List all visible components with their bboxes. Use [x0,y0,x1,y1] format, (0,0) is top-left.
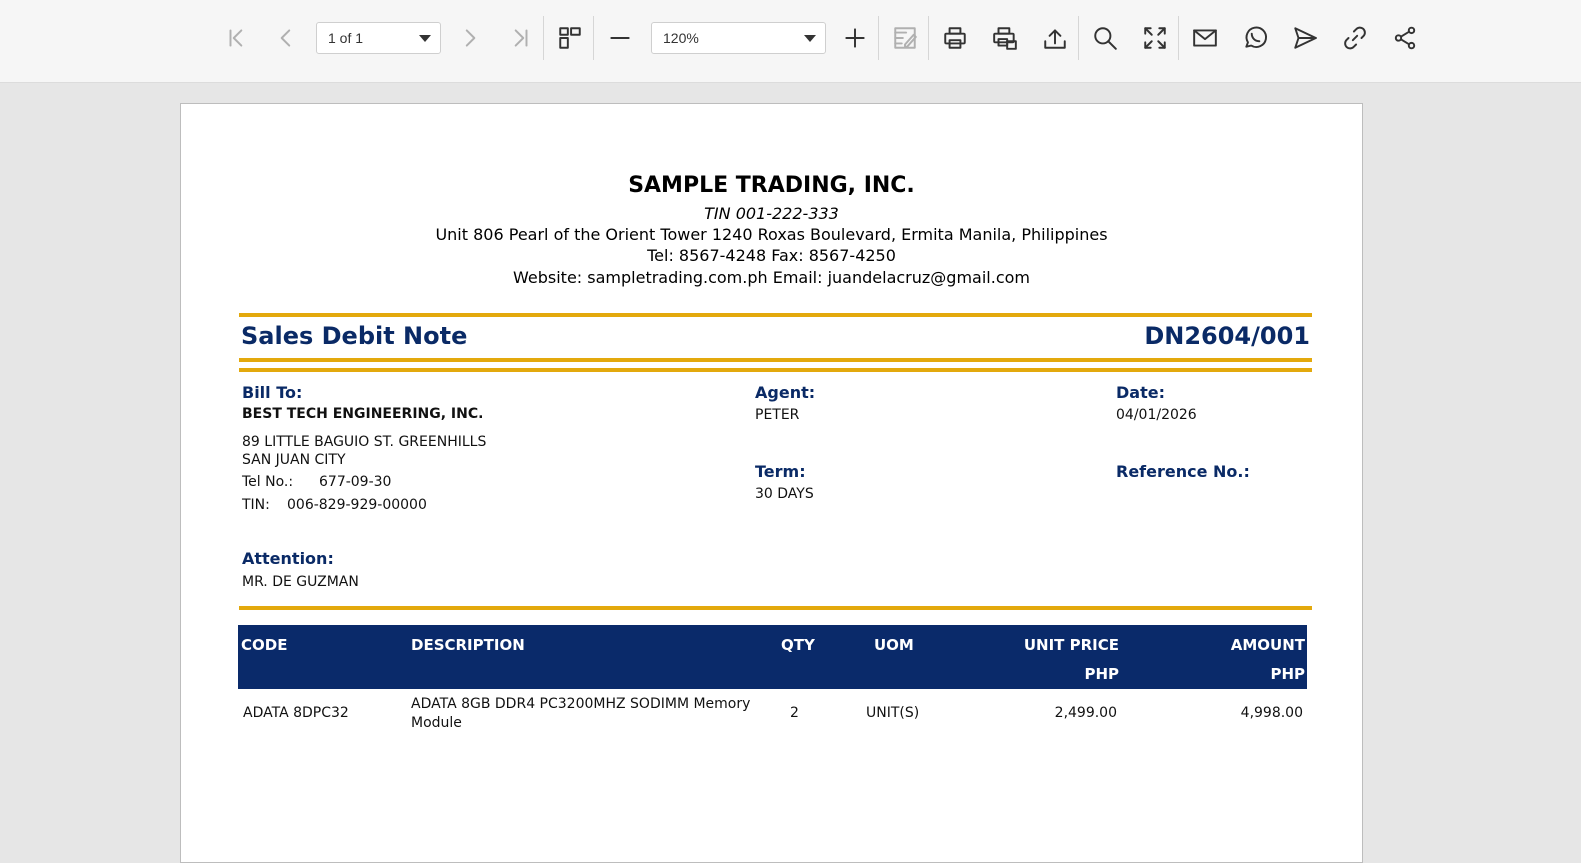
thumbnails-button[interactable] [551,19,589,57]
edit-form-icon [894,27,917,49]
toolbar-separator [878,16,879,60]
customer-address-line2: SAN JUAN CITY [242,452,346,468]
gold-divider [239,606,1312,610]
customer-name: BEST TECH ENGINEERING, INC. [242,406,484,422]
print-settings-button[interactable] [986,19,1024,57]
whatsapp-button[interactable] [1236,19,1274,57]
sales-debit-note: SAMPLE TRADING, INC. TIN 001-222-333 Uni… [181,104,1362,862]
col-header-code: CODE [241,636,288,654]
tin-value: 006-829-929-00000 [287,497,427,513]
col-header-qty: QTY [781,636,815,654]
document-page: SAMPLE TRADING, INC. TIN 001-222-333 Uni… [180,103,1363,863]
send-button[interactable] [1286,19,1324,57]
toolbar-separator [593,16,594,60]
zoom-out-button[interactable] [601,19,639,57]
tel-value: 677-09-30 [319,474,392,490]
agent-label: Agent: [755,383,816,402]
date-value: 04/01/2026 [1116,407,1197,423]
date-label: Date: [1116,383,1165,402]
search-button[interactable] [1086,19,1124,57]
thumbnails-icon [559,27,581,49]
tel-label: Tel No.: [242,474,294,490]
print-button[interactable] [936,19,974,57]
row-unit-price: 2,499.00 [1054,705,1117,721]
link-icon [1344,26,1366,50]
search-icon [1094,27,1117,50]
bill-to-label: Bill To: [242,383,303,402]
col-header-description: DESCRIPTION [411,636,525,654]
plus-icon [845,28,865,48]
tin-label: TIN: [242,497,270,513]
chevron-left-icon [280,29,291,47]
reference-no-label: Reference No.: [1116,462,1250,481]
row-code: ADATA 8DPC32 [243,705,349,721]
minus-icon [610,37,630,39]
term-label: Term: [755,462,806,481]
agent-value: PETER [755,407,800,423]
term-value: 30 DAYS [755,486,814,502]
zoom-select[interactable]: 120% [651,22,826,54]
company-name: SAMPLE TRADING, INC. [628,173,915,198]
page-select-value: 1 of 1 [328,30,364,46]
row-description-line1: ADATA 8GB DDR4 PC3200MHZ SODIMM Memory [411,696,751,712]
fullscreen-button[interactable] [1136,19,1174,57]
toolbar-separator [928,16,929,60]
attention-value: MR. DE GUZMAN [242,574,359,590]
printer-icon [944,27,966,49]
upload-icon [1044,29,1066,49]
gold-divider [239,358,1312,362]
send-icon [1294,27,1317,49]
row-qty: 2 [790,705,799,721]
previous-page-button[interactable] [267,19,305,57]
caret-down-icon [419,35,431,42]
row-amount: 4,998.00 [1240,705,1303,721]
chevron-right-icon [465,29,476,47]
gold-divider [239,368,1312,372]
last-page-button[interactable] [501,19,539,57]
col-header-uom: UOM [874,636,914,654]
items-table-header: CODE DESCRIPTION QTY UOM UNIT PRICE PHP … [238,625,1307,689]
col-header-unit-price-currency: PHP [1084,665,1119,683]
email-button[interactable] [1186,19,1224,57]
last-page-icon [514,29,528,47]
share-button[interactable] [1386,19,1424,57]
first-page-icon [229,29,243,47]
company-phone-fax: Tel: 8567-4248 Fax: 8567-4250 [647,246,896,265]
export-button[interactable] [1036,19,1074,57]
next-page-button[interactable] [451,19,489,57]
customer-address-line1: 89 LITTLE BAGUIO ST. GREENHILLS [242,434,487,450]
share-icon [1394,26,1416,50]
mail-icon [1193,29,1217,47]
whatsapp-icon [1245,26,1268,48]
document-type-title: Sales Debit Note [241,322,468,350]
row-uom: UNIT(S) [866,705,920,721]
fullscreen-icon [1144,27,1166,49]
caret-down-icon [804,35,816,42]
col-header-amount-currency: PHP [1270,665,1305,683]
company-tin: TIN 001-222-333 [704,204,839,223]
document-number: DN2604/001 [1144,322,1310,350]
toolbar-separator [1178,16,1179,60]
zoom-in-button[interactable] [836,19,874,57]
viewer-toolbar: 1 of 1 120% [0,0,1581,83]
copy-link-button[interactable] [1336,19,1374,57]
print-settings-icon [993,27,1017,50]
first-page-button[interactable] [218,19,256,57]
zoom-select-value: 120% [663,30,699,46]
annotate-button[interactable] [886,19,924,57]
page-select[interactable]: 1 of 1 [316,22,441,54]
col-header-unit-price: UNIT PRICE [1023,636,1119,654]
row-description-line2: Module [411,715,462,731]
company-web-email: Website: sampletrading.com.ph Email: jua… [513,268,1030,287]
toolbar-separator [543,16,544,60]
col-header-amount: AMOUNT [1230,636,1305,654]
company-address: Unit 806 Pearl of the Orient Tower 1240 … [435,225,1108,244]
gold-divider [239,313,1312,317]
attention-label: Attention: [242,549,334,568]
toolbar-separator [1078,16,1079,60]
